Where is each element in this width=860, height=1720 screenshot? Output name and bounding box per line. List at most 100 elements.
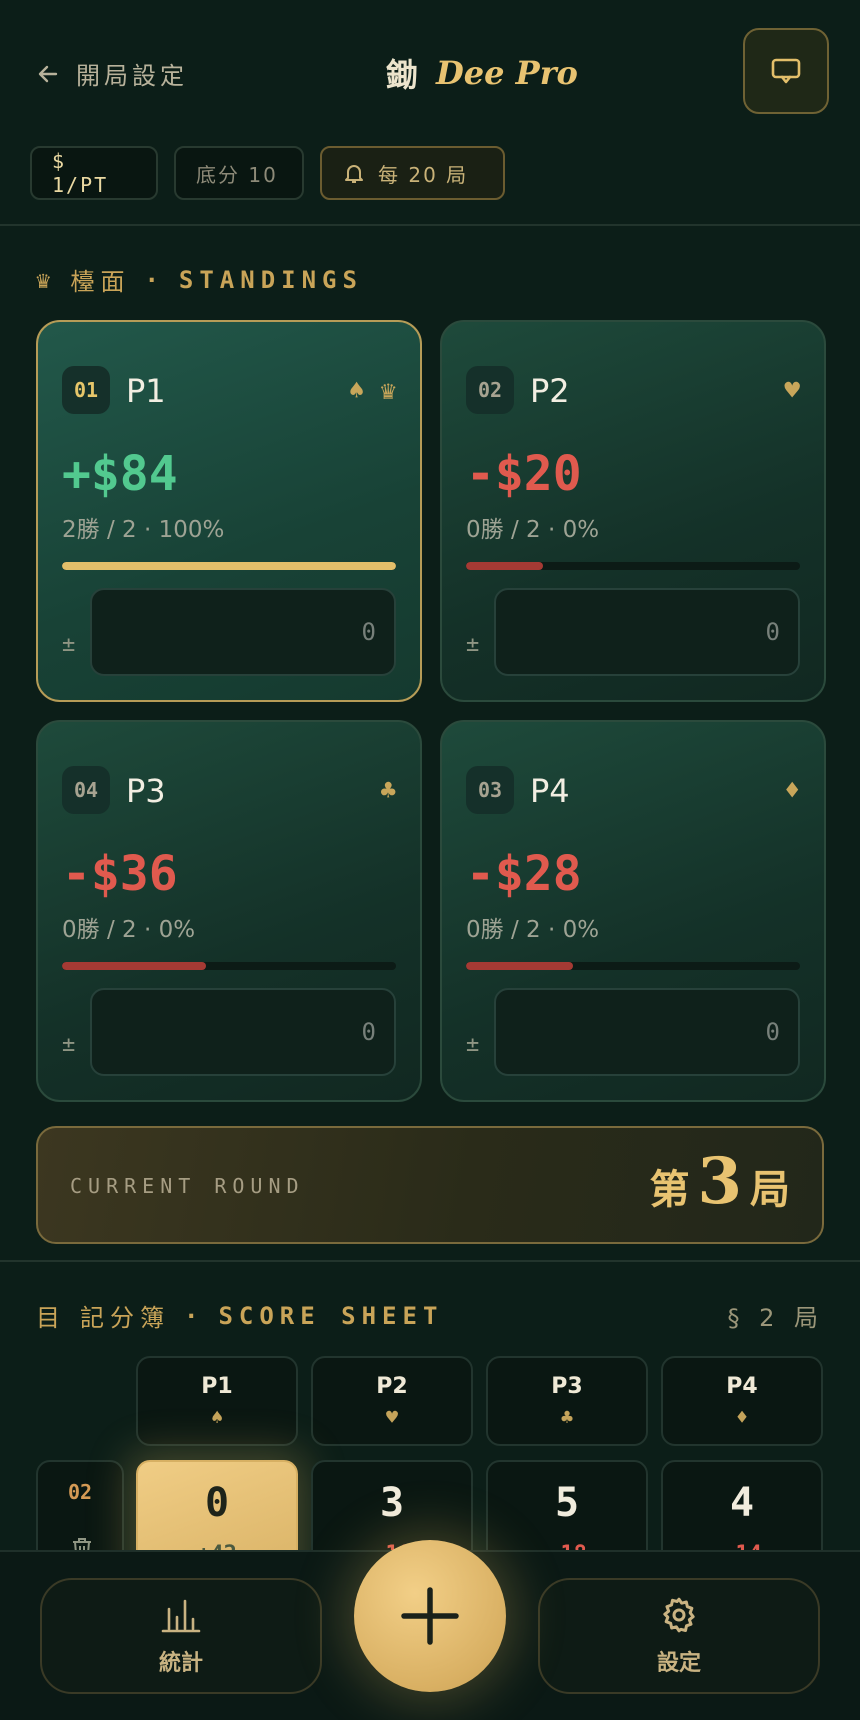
win-rate-bar (466, 962, 800, 970)
win-record: 0勝 / 2 · 0% (466, 917, 600, 943)
player-name: P2 (530, 372, 570, 410)
win-record: 2勝 / 2 · 100% (62, 517, 225, 543)
suit-icons: ♣ (380, 776, 396, 806)
column-header: P1 ♠ (136, 1356, 298, 1446)
suit-icon: ♠ (348, 376, 365, 406)
current-round-label: CURRENT ROUND (70, 1174, 305, 1198)
score-sheet-title-en: SCORE SHEET (218, 1301, 444, 1330)
column-header: P3 ♣ (486, 1356, 648, 1446)
score-value: 5 (554, 1480, 580, 1526)
seat-badge: 02 (466, 366, 514, 414)
stats-button[interactable]: 統計 (40, 1578, 322, 1694)
gear-icon (663, 1597, 695, 1633)
reminder-pill[interactable]: 每 20 局 (320, 146, 505, 200)
column-player-name: P2 (376, 1373, 408, 1399)
win-rate-fill (466, 562, 543, 570)
plus-icon (401, 1587, 459, 1645)
win-rate-fill (466, 962, 573, 970)
score-sheet-title-zh: 記分簿 (80, 1304, 170, 1332)
chat-bubble-icon (771, 58, 801, 84)
score-sheet-count: § 2 局 (727, 1304, 824, 1332)
suit-icon: ♣ (380, 776, 396, 806)
round-divider (0, 1260, 860, 1262)
player-card[interactable]: 02 P2 ♥ -$20 0勝 / 2 · 0% ± (440, 320, 826, 702)
base-text: 底分 10 (196, 162, 278, 187)
win-rate-fill (62, 562, 396, 570)
score-sheet-title-sep: · (184, 1301, 205, 1330)
brand-han: 鋤 (386, 56, 419, 94)
player-card[interactable]: 01 P1 ♠ ♛ +$84 2勝 / 2 · 100% ± (36, 320, 422, 702)
win-rate-bar (62, 962, 396, 970)
suit-icons: ♦ (784, 776, 800, 806)
suit-icons: ♥ (784, 376, 800, 406)
player-name: P4 (530, 772, 570, 810)
bell-icon (345, 165, 363, 183)
current-round-banner: CURRENT ROUND 第 3 局 (36, 1126, 824, 1244)
app-header: 開局設定 鋤 Dee Pro (0, 0, 860, 150)
player-balance: -$28 (466, 846, 582, 902)
chat-button[interactable] (743, 28, 829, 114)
column-player-name: P1 (201, 1373, 233, 1399)
book-icon: 目 (36, 1304, 66, 1332)
standings-title-en: STANDINGS (178, 265, 363, 294)
player-name: P3 (126, 772, 166, 810)
standings-title-sep: · (144, 265, 165, 294)
header-divider (0, 224, 860, 226)
back-button[interactable]: 開局設定 (36, 56, 188, 91)
base-pill[interactable]: 底分 10 (174, 146, 304, 200)
player-card[interactable]: 03 P4 ♦ -$28 0勝 / 2 · 0% ± (440, 720, 826, 1102)
column-player-name: P3 (551, 1373, 583, 1399)
crown-icon: ♛ (36, 265, 57, 294)
suit-icon: ♦ (735, 1404, 749, 1429)
win-rate-fill (62, 962, 206, 970)
column-header: P2 ♥ (311, 1356, 473, 1446)
settings-button[interactable]: 設定 (538, 1578, 820, 1694)
back-label: 開局設定 (76, 62, 188, 90)
reminder-text: 每 20 局 (378, 162, 469, 187)
stats-label: 統計 (158, 1651, 203, 1676)
score-adjust-input[interactable] (90, 988, 396, 1076)
score-adjust-input[interactable] (90, 588, 396, 676)
player-balance: +$84 (62, 446, 178, 502)
suit-icon: ♠ (210, 1404, 224, 1429)
score-value: 0 (204, 1480, 230, 1526)
standings-title: ♛ 檯面 · STANDINGS (36, 262, 363, 297)
crown-icon: ♛ (380, 376, 396, 406)
score-value: 4 (729, 1480, 755, 1526)
player-balance: -$36 (62, 846, 178, 902)
bar-chart-icon (161, 1599, 201, 1633)
score-value: 3 (379, 1480, 405, 1526)
rate-pill[interactable]: $ 1/PT (30, 146, 158, 200)
column-player-name: P4 (726, 1373, 758, 1399)
win-rate-bar (466, 562, 800, 570)
adjust-sign: ± (62, 632, 76, 657)
suit-icon: ♥ (385, 1404, 399, 1429)
round-number: 02 (67, 1480, 93, 1504)
round-number: 3 (697, 1144, 742, 1219)
win-record: 0勝 / 2 · 0% (62, 917, 196, 943)
player-card[interactable]: 04 P3 ♣ -$36 0勝 / 2 · 0% ± (36, 720, 422, 1102)
seat-badge: 04 (62, 766, 110, 814)
suit-icon: ♦ (784, 776, 800, 806)
win-rate-bar (62, 562, 396, 570)
score-sheet-title: 目 記分簿 · SCORE SHEET (36, 1298, 443, 1333)
score-adjust-input[interactable] (494, 588, 800, 676)
player-balance: -$20 (466, 446, 582, 502)
standings-title-zh: 檯面 (70, 268, 131, 296)
settings-label: 設定 (656, 1651, 701, 1676)
win-record: 0勝 / 2 · 0% (466, 517, 600, 543)
add-round-button[interactable] (354, 1540, 506, 1692)
adjust-sign: ± (466, 632, 480, 657)
settings-pills: $ 1/PT 底分 10 每 20 局 (30, 146, 505, 200)
adjust-sign: ± (466, 1032, 480, 1057)
score-adjust-input[interactable] (494, 988, 800, 1076)
column-header: P4 ♦ (661, 1356, 823, 1446)
seat-badge: 01 (62, 366, 110, 414)
suit-icon: ♥ (784, 376, 800, 406)
brand-name: Dee Pro (436, 54, 578, 92)
rate-text: $ 1/PT (52, 149, 109, 197)
suit-icons: ♠ ♛ (349, 376, 396, 406)
current-round-value: 第 3 局 (649, 1144, 790, 1219)
round-suffix: 局 (750, 1166, 790, 1213)
suit-icon: ♣ (560, 1404, 574, 1429)
